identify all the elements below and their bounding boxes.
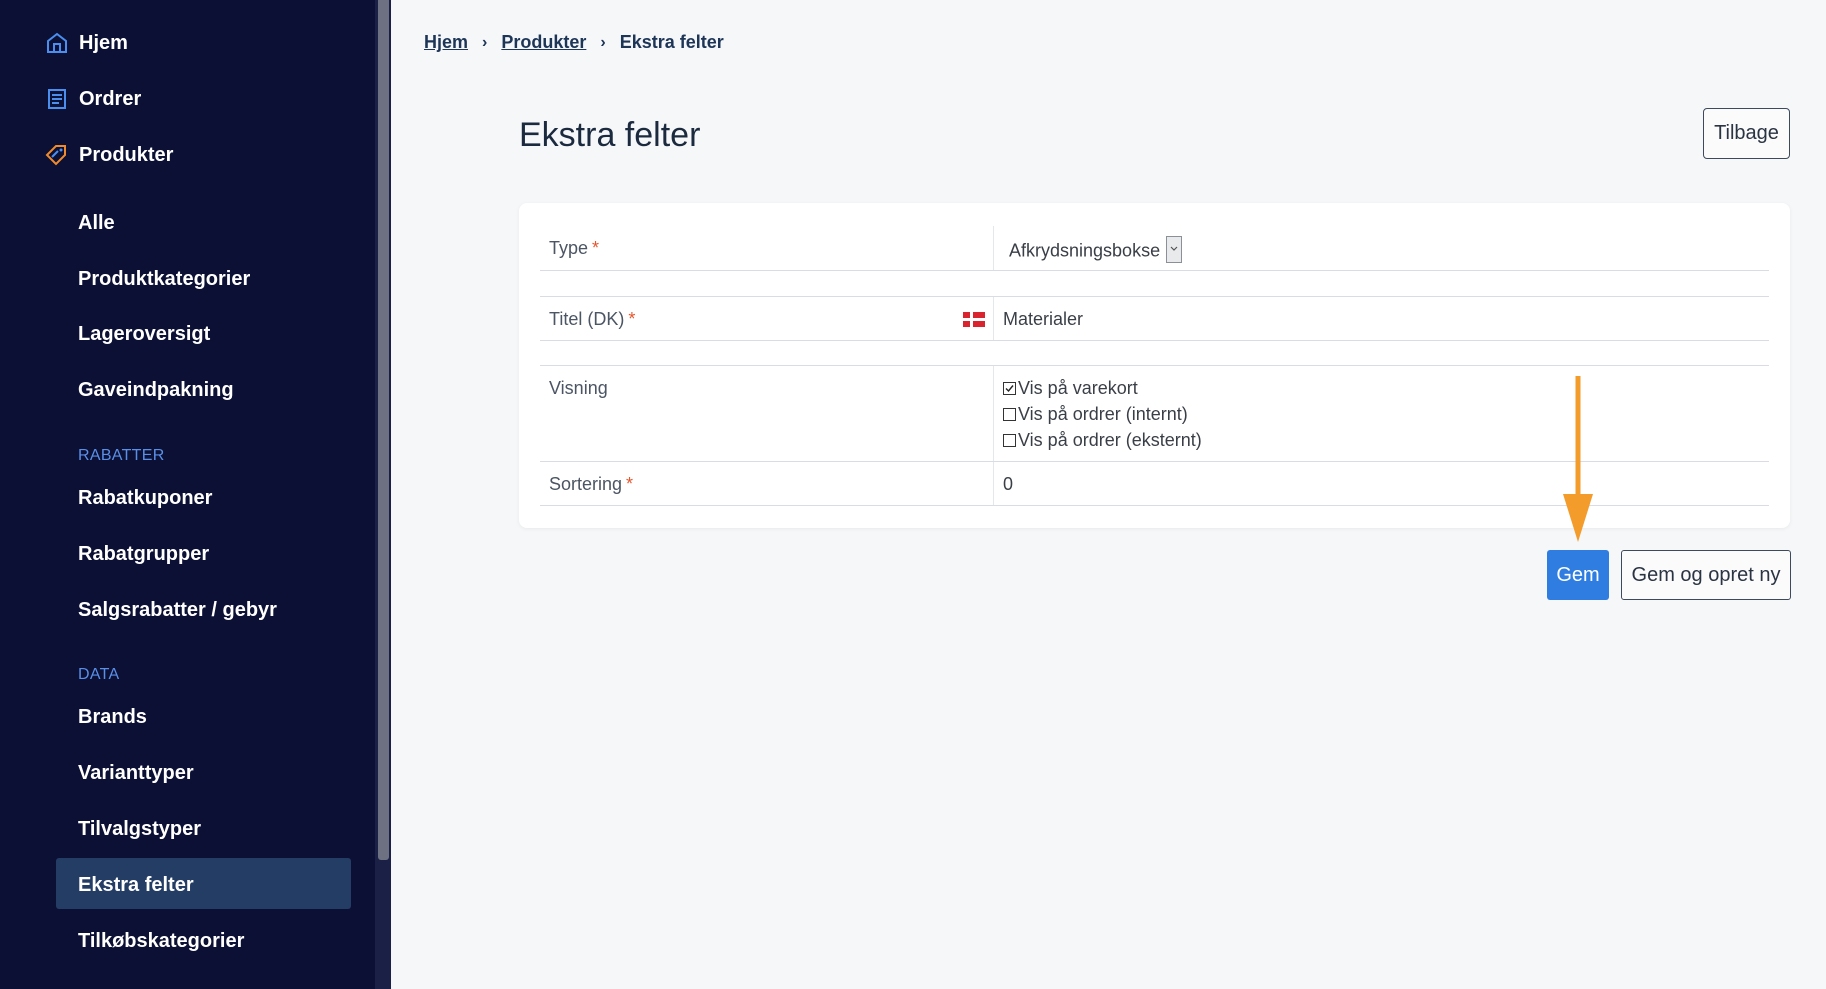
sidebar-scroll-thumb[interactable] [378,0,389,860]
sidebar-item-alle[interactable]: Alle [78,212,115,235]
visning-option-varekort[interactable]: Vis på varekort [1003,378,1138,399]
column-divider [993,297,994,340]
sidebar-item-varianttyper[interactable]: Varianttyper [78,762,194,785]
breadcrumb: Hjem › Produkter › Ekstra felter [424,32,724,53]
sidebar-item-hjem[interactable]: Hjem [44,30,128,56]
sidebar-item-label: Hjem [79,31,128,54]
sidebar-item-tilkobskategorier[interactable]: Tilkøbskategorier [78,930,244,953]
column-divider [993,226,994,270]
sidebar-item-salgsrabatter[interactable]: Salgsrabatter / gebyr [78,599,277,622]
visning-label: Visning [549,378,608,398]
breadcrumb-products-link[interactable]: Produkter [501,32,586,53]
sidebar-item-gaveindpakning[interactable]: Gaveindpakning [78,379,234,402]
sidebar-item-rabatgrupper[interactable]: Rabatgrupper [78,543,209,566]
page-title: Ekstra felter [519,116,701,154]
visning-option-ordrer-eksternt[interactable]: Vis på ordrer (eksternt) [1003,430,1202,451]
sidebar-item-rabatkuponer[interactable]: Rabatkuponer [78,487,212,510]
tag-icon [44,142,70,168]
chevron-down-icon [1166,236,1183,263]
save-and-new-button[interactable]: Gem og opret ny [1621,550,1791,600]
orders-icon [44,86,70,112]
sortering-label: Sortering * [549,474,634,494]
sidebar-item-label: Produkter [79,143,174,166]
checkbox-checked[interactable] [1003,382,1016,395]
sidebar-item-label: Ordrer [79,87,142,110]
sidebar-item-produktkategorier[interactable]: Produktkategorier [78,268,250,291]
title-input[interactable]: Materialer [1003,309,1083,330]
sidebar-item-lageroversigt[interactable]: Lageroversigt [78,323,210,346]
checkbox-unchecked[interactable] [1003,434,1016,447]
save-button[interactable]: Gem [1547,550,1609,600]
chevron-right-icon: › [482,33,488,51]
checkbox-unchecked[interactable] [1003,408,1016,421]
title-label: Titel (DK) * [549,309,636,329]
breadcrumb-home-link[interactable]: Hjem [424,32,468,53]
home-icon [44,30,70,56]
sidebar-item-produkter[interactable]: Produkter [44,142,173,168]
sidebar-heading-data: DATA [78,666,120,683]
type-select[interactable]: Afkrydsningsbokse [1009,236,1183,265]
danish-flag-icon [963,312,985,327]
column-divider [993,462,994,505]
row-divider [540,340,1769,341]
row-divider [540,270,1769,271]
sidebar-item-ekstra-felter[interactable]: Ekstra felter [78,874,194,897]
annotation-arrow-icon [1563,376,1593,542]
type-label: Type * [549,238,600,258]
sidebar-item-tilvalgstyper[interactable]: Tilvalgstyper [78,818,201,841]
sidebar-item-ordrer[interactable]: Ordrer [44,86,141,112]
visning-option-ordrer-internt[interactable]: Vis på ordrer (internt) [1003,404,1188,425]
sidebar-heading-rabatter: RABATTER [78,447,165,464]
sortering-input[interactable]: 0 [1003,474,1013,495]
back-button[interactable]: Tilbage [1703,108,1790,159]
sidebar-item-brands[interactable]: Brands [78,706,147,729]
row-divider [540,296,1769,297]
row-divider [540,365,1769,366]
chevron-right-icon: › [600,33,606,51]
column-divider [993,366,994,461]
breadcrumb-current: Ekstra felter [619,32,724,52]
